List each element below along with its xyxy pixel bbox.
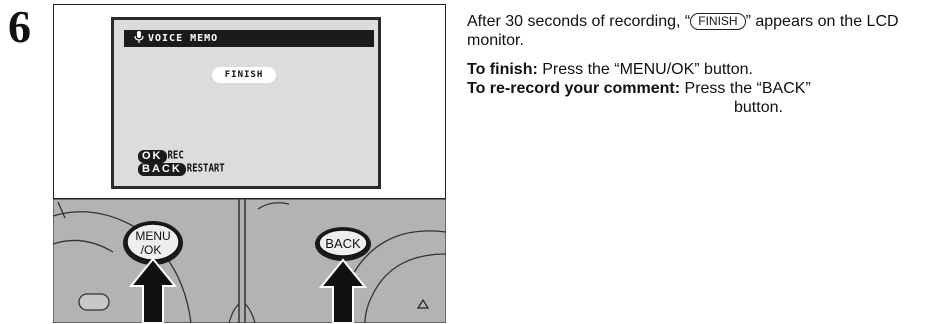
intro-paragraph: After 30 seconds of recording, “FINISH” … <box>467 12 922 50</box>
lcd-legend-ok: OK REC <box>138 150 184 163</box>
menu-ok-button-label-bottom: /OK <box>141 243 162 257</box>
rerecord-text: Press the “BACK” <box>680 80 811 97</box>
rerecord-instruction: To re-record your comment: Press the “BA… <box>467 79 922 98</box>
finish-inline-icon: FINISH <box>690 13 746 30</box>
back-key-label: RESTART <box>186 162 225 175</box>
menu-ok-button-label-top: MENU <box>135 229 170 243</box>
lcd-monitor: VOICE MEMO FINISH OK REC BACK RESTART <box>111 17 381 189</box>
lcd-title: VOICE MEMO <box>148 33 219 44</box>
lcd-title-bar: VOICE MEMO <box>124 30 374 47</box>
rerecord-instruction-cont: button. <box>734 99 783 116</box>
finish-label: To finish: <box>467 61 538 78</box>
lcd-legend-back: BACK RESTART <box>138 163 225 176</box>
step-number: 6 <box>8 1 31 52</box>
back-button[interactable]: BACK <box>315 227 371 261</box>
intro-prefix: After 30 seconds of recording, “ <box>467 13 691 30</box>
ok-key-label: REC <box>167 149 184 162</box>
finish-text: Press the “MENU/OK” button. <box>537 61 753 78</box>
rerecord-label: To re-record your comment: <box>467 80 681 97</box>
ok-key-icon: OK <box>138 150 167 163</box>
microphone-icon <box>134 31 144 43</box>
finish-instruction: To finish: Press the “MENU/OK” button. <box>467 60 922 79</box>
finish-indicator: FINISH <box>212 67 276 83</box>
back-button-label: BACK <box>325 236 361 251</box>
instruction-text: After 30 seconds of recording, “FINISH” … <box>467 12 922 117</box>
back-key-icon: BACK <box>138 163 186 176</box>
